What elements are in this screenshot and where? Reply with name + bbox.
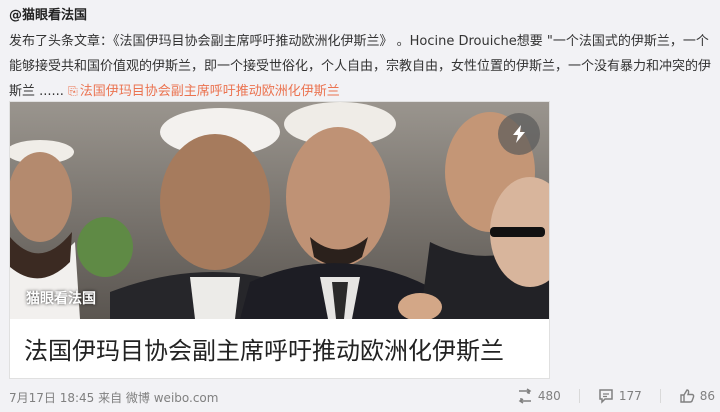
image-watermark: 猫眼看法国	[26, 291, 96, 307]
like-button[interactable]: 86	[679, 388, 715, 404]
action-bar: 480 177 86	[499, 388, 715, 404]
article-link[interactable]: ⎘ 法国伊玛目协会副主席呼吁推动欧洲化伊斯兰	[68, 84, 340, 99]
cover-photo	[10, 102, 549, 319]
divider	[659, 389, 661, 403]
post-line-1: 发布了头条文章：《法国伊玛目协会副主席呼吁推动欧洲化伊斯兰》 。Hocine D…	[9, 34, 709, 49]
post-line-3-text: 斯兰 ......	[9, 84, 64, 99]
doc-icon: ⎘	[68, 84, 78, 98]
repost-button[interactable]: 480	[517, 388, 561, 404]
divider	[578, 389, 580, 403]
post-footer: 7月17日 18:45 来自 微博 weibo.com 480 177 86	[9, 388, 715, 406]
repost-count: 480	[537, 389, 561, 403]
comment-count: 177	[618, 389, 642, 403]
post-text: @猫眼看法国 发布了头条文章：《法国伊玛目协会副主席呼吁推动欧洲化伊斯兰》 。H…	[9, 6, 713, 104]
thumbs-up-icon	[680, 389, 695, 403]
comment-button[interactable]: 177	[598, 388, 642, 404]
article-cover-image[interactable]: 猫眼看法国	[10, 102, 549, 319]
lightning-icon	[513, 125, 525, 143]
author-name[interactable]: @猫眼看法国	[9, 6, 713, 26]
article-link-label: 法国伊玛目协会副主席呼吁推动欧洲化伊斯兰	[79, 84, 340, 99]
article-card[interactable]: 猫眼看法国 法国伊玛目协会副主席呼吁推动欧洲化伊斯兰	[9, 101, 550, 379]
like-count: 86	[699, 389, 715, 403]
lightning-button[interactable]	[498, 113, 540, 155]
comment-icon	[599, 389, 613, 404]
article-title[interactable]: 法国伊玛目协会副主席呼吁推动欧洲化伊斯兰	[24, 331, 504, 366]
repost-icon	[518, 388, 532, 404]
post-meta: 7月17日 18:45 来自 微博 weibo.com	[9, 391, 219, 405]
post-line-2: 能够接受共和国价值观的伊斯兰，即一个接受世俗化，个人自由，宗教自由，女性位置的伊…	[9, 59, 712, 74]
